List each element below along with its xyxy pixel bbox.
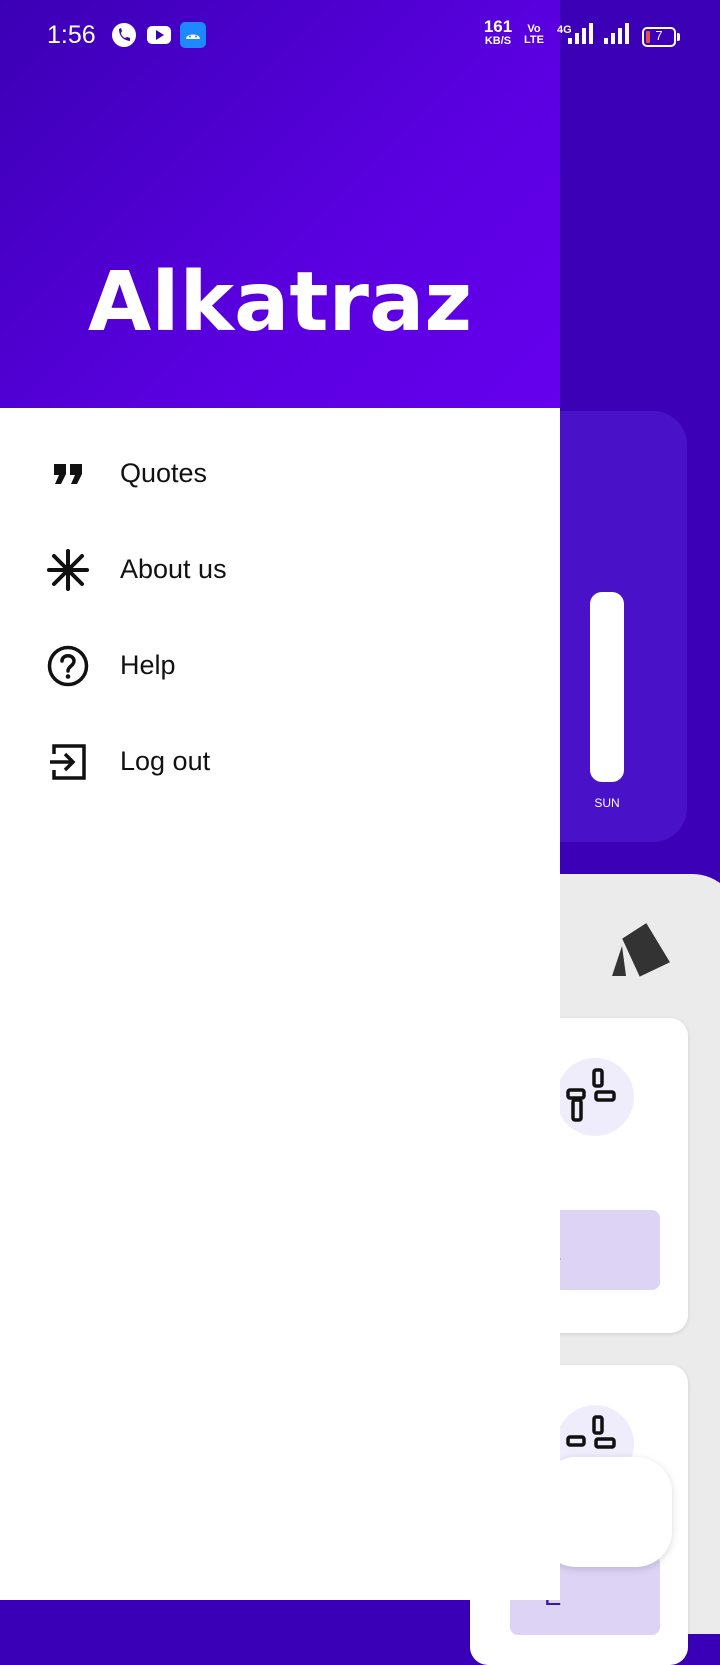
chart-bar	[590, 592, 624, 782]
asterisk-icon	[47, 549, 89, 591]
status-time: 1:56	[47, 21, 96, 49]
android-app-icon	[180, 22, 206, 48]
menu-item-label: Help	[120, 650, 176, 680]
phone-call-icon	[112, 23, 136, 47]
quote-icon	[54, 464, 82, 484]
chart-day-label: SUN	[594, 796, 620, 810]
logout-icon	[50, 744, 86, 780]
volte-indicator: Vo LTE	[524, 23, 544, 46]
task-icon-circle	[556, 1058, 634, 1136]
menu-item-help[interactable]: Help	[0, 620, 560, 710]
navigation-drawer: Alkatraz Quotes About us Help Log out	[0, 0, 560, 1600]
menu-item-log-out[interactable]: Log out	[0, 716, 560, 806]
widgets-icon	[566, 1068, 616, 1122]
signal-strength-icon	[568, 23, 593, 44]
status-bar: 1:56 161 KB/S Vo LTE 4G 7	[0, 0, 720, 72]
network-speed: 161 KB/S	[483, 17, 513, 47]
cards-icon[interactable]	[602, 916, 672, 986]
app-name: Alkatraz	[87, 255, 473, 350]
youtube-icon	[147, 26, 171, 44]
menu-item-label: Quotes	[120, 458, 208, 488]
help-circle-icon	[47, 645, 89, 687]
battery-level: 7	[655, 28, 663, 43]
menu-item-label: About us	[120, 554, 227, 584]
menu-item-about-us[interactable]: About us	[0, 524, 560, 614]
menu-item-label: Log out	[120, 746, 211, 776]
signal-strength-icon-2	[604, 23, 629, 44]
battery-icon: 7	[642, 27, 680, 47]
menu-item-quotes[interactable]: Quotes	[0, 428, 560, 518]
